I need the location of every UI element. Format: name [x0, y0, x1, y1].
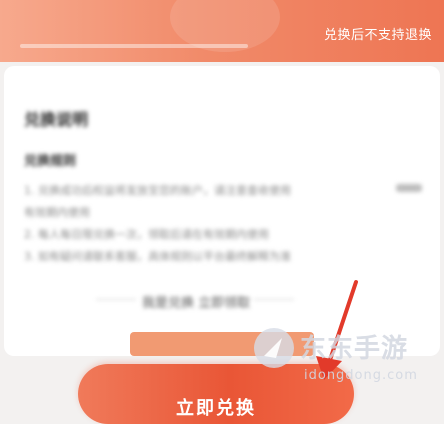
rule-line-tail [396, 184, 422, 192]
rule-line-1b: 有效期内使用 [24, 206, 90, 219]
rule-line-3: 3. 如有疑问请联系客服，具体规则以平台最终解释为准 [24, 250, 291, 263]
redeem-now-button[interactable]: 立即兑换 [78, 364, 354, 424]
center-caption: 我是兑换 立即领取 [142, 296, 251, 311]
rule-line-2: 2. 每人每日限兑换一次，领取后请在有效期内使用 [24, 228, 269, 241]
card-title: 兑换说明 [24, 110, 89, 129]
rules-subtitle: 兑换规则 [24, 154, 77, 169]
rule-line-1: 1. 兑换成功后权益将发放至您的账户，请注意查收使用 [24, 184, 291, 197]
divider-right [254, 299, 294, 300]
divider-left [96, 299, 136, 300]
banner-faint-bar [20, 44, 248, 48]
no-refund-notice: 兑换后不支持退换 [323, 28, 432, 43]
header-banner: 兑换后不支持退换 [0, 0, 444, 62]
secondary-strip-button[interactable] [130, 332, 314, 356]
rules-card: 兑换说明 兑换规则 1. 兑换成功后权益将发放至您的账户，请注意查收使用 有效期… [4, 66, 440, 356]
redeem-now-label: 立即兑换 [176, 398, 256, 419]
